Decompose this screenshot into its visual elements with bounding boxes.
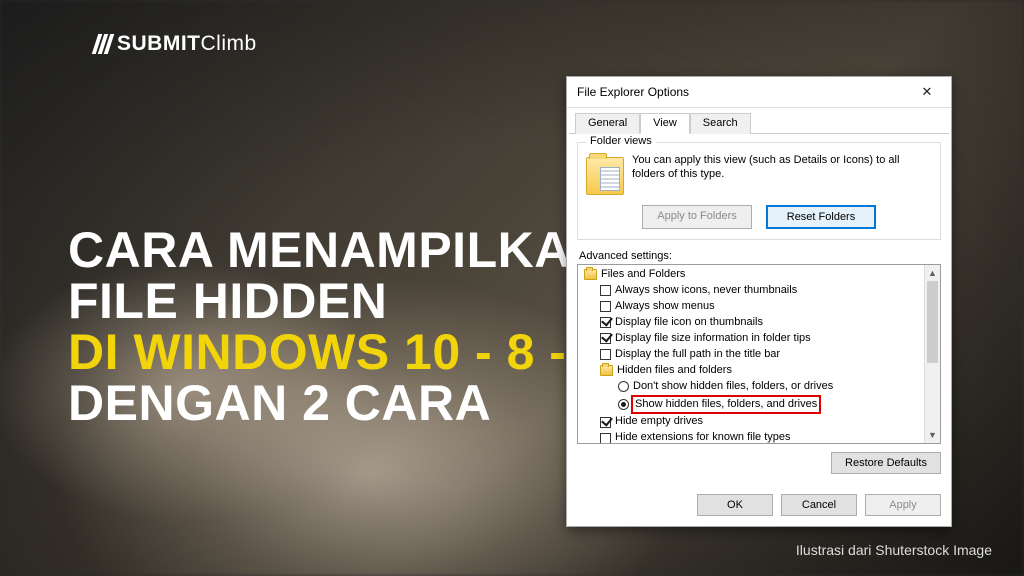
apply-to-folders-button[interactable]: Apply to Folders bbox=[642, 205, 752, 229]
logo-stripes-icon bbox=[95, 34, 111, 54]
dialog-footer: OK Cancel Apply bbox=[567, 486, 951, 526]
opt-hide-empty-drives[interactable]: Hide empty drives bbox=[578, 414, 940, 430]
headline-line-4: DENGAN 2 CARA bbox=[68, 378, 609, 429]
opt-hide-extensions[interactable]: Hide extensions for known file types bbox=[578, 430, 940, 444]
headline-line-2: FILE HIDDEN bbox=[68, 276, 609, 327]
opt-always-show-menus[interactable]: Always show menus bbox=[578, 299, 940, 315]
cancel-button[interactable]: Cancel bbox=[781, 494, 857, 516]
radio-icon[interactable] bbox=[618, 399, 629, 410]
folder-icon bbox=[586, 157, 624, 195]
radio-show-hidden[interactable]: Show hidden files, folders, and drives bbox=[578, 395, 940, 415]
opt-label: Hide empty drives bbox=[615, 414, 703, 430]
checkbox-icon[interactable] bbox=[600, 285, 611, 296]
checkbox-icon[interactable] bbox=[600, 333, 611, 344]
tab-strip: General View Search bbox=[569, 108, 949, 134]
checkbox-icon[interactable] bbox=[600, 417, 611, 428]
opt-label: Hide extensions for known file types bbox=[615, 430, 790, 444]
opt-label: Display file size information in folder … bbox=[615, 331, 811, 347]
opt-display-file-icon[interactable]: Display file icon on thumbnails bbox=[578, 315, 940, 331]
opt-display-file-size[interactable]: Display file size information in folder … bbox=[578, 331, 940, 347]
folder-views-legend: Folder views bbox=[586, 135, 656, 147]
reset-folders-button[interactable]: Reset Folders bbox=[766, 205, 876, 229]
tree-root-label: Files and Folders bbox=[601, 267, 685, 283]
logo-bold: SUBMIT bbox=[117, 32, 201, 55]
opt-label: Display file icon on thumbnails bbox=[615, 315, 763, 331]
group-hidden-files[interactable]: Hidden files and folders bbox=[578, 363, 940, 379]
opt-display-full-path[interactable]: Display the full path in the title bar bbox=[578, 347, 940, 363]
dialog-title: File Explorer Options bbox=[577, 85, 689, 99]
ok-button[interactable]: OK bbox=[697, 494, 773, 516]
apply-button[interactable]: Apply bbox=[865, 494, 941, 516]
opt-label: Always show icons, never thumbnails bbox=[615, 283, 797, 299]
opt-label: Don't show hidden files, folders, or dri… bbox=[633, 379, 833, 395]
tree-scrollbar[interactable]: ▲ ▼ bbox=[924, 265, 940, 443]
logo-light: Climb bbox=[201, 32, 257, 55]
radio-icon[interactable] bbox=[618, 381, 629, 392]
close-icon[interactable]: ✕ bbox=[911, 84, 943, 100]
checkbox-icon[interactable] bbox=[600, 301, 611, 312]
restore-defaults-button[interactable]: Restore Defaults bbox=[831, 452, 941, 474]
opt-always-show-icons[interactable]: Always show icons, never thumbnails bbox=[578, 283, 940, 299]
image-attribution: Ilustrasi dari Shuterstock Image bbox=[796, 542, 992, 558]
tab-view[interactable]: View bbox=[640, 113, 690, 134]
file-explorer-options-dialog: File Explorer Options ✕ General View Sea… bbox=[566, 76, 952, 527]
headline-block: CARA MENAMPILKAN FILE HIDDEN DI WINDOWS … bbox=[68, 225, 609, 429]
headline-line-1: CARA MENAMPILKAN bbox=[68, 225, 609, 276]
brand-logo: SUBMITClimb bbox=[95, 32, 257, 56]
group-label: Hidden files and folders bbox=[617, 363, 732, 379]
opt-label: Display the full path in the title bar bbox=[615, 347, 780, 363]
dialog-titlebar[interactable]: File Explorer Options ✕ bbox=[567, 77, 951, 108]
folder-icon bbox=[584, 269, 597, 280]
checkbox-icon[interactable] bbox=[600, 349, 611, 360]
opt-label: Show hidden files, folders, and drives bbox=[635, 398, 817, 410]
headline-line-3: DI WINDOWS 10 - 8 - 7 bbox=[68, 327, 609, 378]
tab-panel-view: Folder views You can apply this view (su… bbox=[567, 134, 951, 484]
scroll-down-icon[interactable]: ▼ bbox=[925, 427, 940, 443]
radio-dont-show-hidden[interactable]: Don't show hidden files, folders, or dri… bbox=[578, 379, 940, 395]
checkbox-icon[interactable] bbox=[600, 433, 611, 444]
advanced-settings-tree[interactable]: Files and Folders Always show icons, nev… bbox=[577, 264, 941, 444]
highlight-box: Show hidden files, folders, and drives bbox=[631, 395, 821, 415]
tree-root-files-and-folders[interactable]: Files and Folders bbox=[578, 267, 940, 283]
tab-search[interactable]: Search bbox=[690, 113, 751, 134]
checkbox-icon[interactable] bbox=[600, 317, 611, 328]
folder-views-group: Folder views You can apply this view (su… bbox=[577, 142, 941, 240]
advanced-settings-label: Advanced settings: bbox=[579, 250, 941, 262]
opt-label: Always show menus bbox=[615, 299, 715, 315]
folder-icon bbox=[600, 365, 613, 376]
tab-general[interactable]: General bbox=[575, 113, 640, 134]
folder-views-text: You can apply this view (such as Details… bbox=[632, 153, 932, 182]
scroll-up-icon[interactable]: ▲ bbox=[925, 265, 940, 281]
scroll-thumb[interactable] bbox=[927, 281, 938, 363]
